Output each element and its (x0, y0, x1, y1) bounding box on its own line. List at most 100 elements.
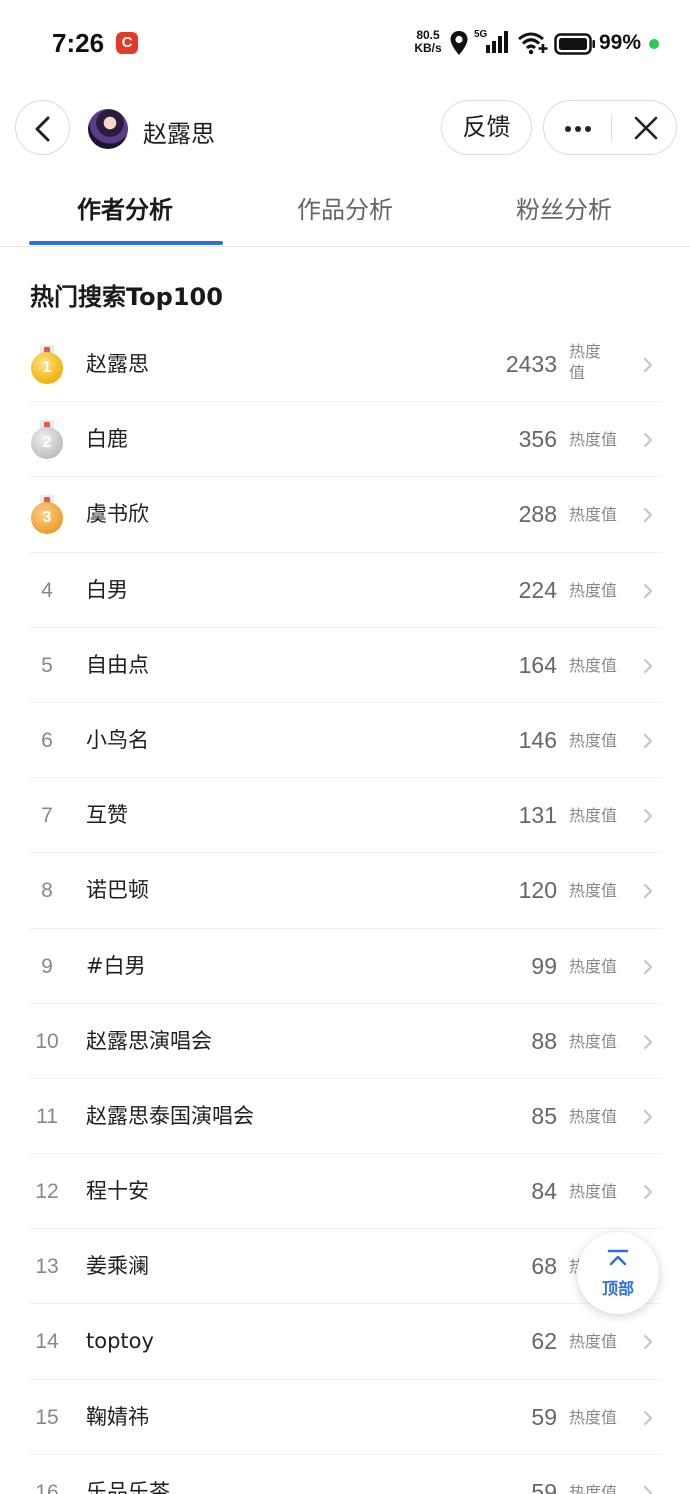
rank-number: 5 (41, 653, 53, 677)
heat-unit-label: 热度值 (569, 1182, 618, 1202)
search-term: 白男 (86, 577, 128, 602)
close-icon (634, 116, 658, 140)
list-item[interactable]: 5 自由点 164 热度值 (29, 628, 662, 703)
search-term: 互赞 (86, 803, 128, 828)
heat-unit-label: 热度值 (569, 806, 618, 826)
heat-unit-label: 热度值 (569, 580, 618, 600)
heat-score: 120 (518, 877, 557, 904)
heat-unit-label: 热度值 (569, 730, 618, 750)
rank-number: 4 (41, 578, 53, 602)
battery-percent: 99% (599, 31, 642, 54)
section-title: 热门搜索Top100 (30, 283, 223, 311)
more-options-button[interactable] (544, 101, 611, 154)
chevron-right-icon (644, 733, 652, 748)
rank-number: 10 (35, 1029, 59, 1053)
list-item[interactable]: 8 诺巴顿 120 热度值 (29, 853, 662, 929)
list-item[interactable]: 9 #白男 99 热度值 (29, 929, 662, 1004)
chevron-right-icon (644, 884, 652, 899)
list-item[interactable]: 4 白男 224 热度值 (29, 553, 662, 628)
list-item[interactable]: 14 toptoy 62 热度值 (29, 1304, 662, 1380)
heat-unit-label: 热度值 (569, 956, 618, 976)
chevron-right-icon (644, 959, 652, 974)
tab-works-analysis[interactable]: 作品分析 (297, 190, 393, 225)
wifi-icon (517, 31, 549, 59)
list-item[interactable]: 2 白鹿 356 热度值 (29, 402, 662, 478)
chevron-right-icon (644, 658, 652, 673)
back-to-top-button[interactable]: 顶部 (577, 1232, 659, 1314)
chevron-right-icon (644, 1485, 652, 1494)
heat-score: 88 (531, 1027, 557, 1054)
heat-unit-label: 热度值 (569, 430, 618, 450)
analysis-tabs: 作者分析 作品分析 粉丝分析 (0, 180, 690, 247)
search-term: toptoy (86, 1329, 154, 1354)
bronze-medal-icon: 3 (30, 495, 64, 535)
list-item[interactable]: 10 赵露思演唱会 88 热度值 (29, 1004, 662, 1079)
network-speed: 80.5 KB/s (412, 29, 444, 55)
rank-number: 13 (35, 1255, 59, 1279)
search-term: 程十安 (86, 1179, 149, 1204)
network-speed-unit: KB/s (414, 41, 442, 55)
heat-unit-label: 热度值 (569, 1482, 618, 1494)
chevron-right-icon (644, 508, 652, 523)
cellular-signal-icon: 5G (474, 27, 512, 59)
heat-score: 85 (531, 1102, 557, 1129)
mini-program-capsule (543, 100, 677, 155)
back-button[interactable] (15, 100, 70, 155)
heat-unit-label: 热度值 (569, 1407, 618, 1427)
status-bar: 7:26 C 80.5 KB/s 5G 99% (0, 0, 690, 88)
more-dot-icon (575, 126, 581, 132)
app-notification-icon: C (116, 32, 138, 54)
hot-search-list: 1 赵露思 2433 热度值 2 白鹿 356 热度值 3 虞书欣 288 热度值 4 白男 224 热度值 5… (29, 327, 662, 1494)
rank-number: 15 (35, 1405, 59, 1429)
heat-unit-label: 热度值 (569, 655, 618, 675)
list-item[interactable]: 7 互赞 131 热度值 (29, 778, 662, 854)
chevron-right-icon (644, 433, 652, 448)
list-item[interactable]: 12 程十安 84 热度值 (29, 1154, 662, 1230)
chevron-right-icon (644, 1109, 652, 1124)
heat-score: 59 (531, 1403, 557, 1430)
heat-score: 224 (518, 576, 557, 603)
location-icon (449, 30, 469, 60)
search-term: 白鹿 (86, 427, 128, 452)
chevron-right-icon (644, 1335, 652, 1350)
heat-score: 356 (518, 426, 557, 453)
list-item[interactable]: 11 赵露思泰国演唱会 85 热度值 (29, 1079, 662, 1155)
silver-medal-icon: 2 (30, 420, 64, 460)
rank-number: 14 (35, 1330, 59, 1354)
rank-number: 11 (36, 1104, 58, 1128)
tab-author-analysis[interactable]: 作者分析 (77, 190, 173, 225)
search-term: 赵露思泰国演唱会 (86, 1103, 254, 1128)
chevron-right-icon (644, 1410, 652, 1425)
rank-number: 6 (41, 728, 53, 752)
list-item[interactable]: 16 乐品乐茶 59 热度值 (29, 1455, 662, 1494)
heat-score: 146 (518, 726, 557, 753)
heat-unit-label: 热度值 (569, 1332, 618, 1352)
heat-unit-label: 热度值 (569, 505, 618, 525)
list-item[interactable]: 13姜乘澜68热度值 (29, 1229, 662, 1305)
avatar[interactable] (88, 109, 128, 149)
heat-score: 59 (531, 1478, 557, 1494)
chevron-right-icon (644, 1185, 652, 1200)
rank-number: 12 (35, 1180, 59, 1204)
heat-score: 288 (518, 501, 557, 528)
heat-unit-label: 热度值 (569, 881, 618, 901)
chevron-right-icon (644, 1034, 652, 1049)
feedback-button[interactable]: 反馈 (441, 100, 532, 155)
list-item[interactable]: 3 虞书欣 288 热度值 (29, 477, 662, 553)
list-item[interactable]: 15 鞠婧祎 59 热度值 (29, 1380, 662, 1455)
chevron-right-icon (644, 358, 652, 372)
rank-number: 2 (31, 427, 63, 460)
chevron-right-icon (644, 809, 652, 824)
list-item[interactable]: 1 赵露思 2433 热度值 (29, 327, 662, 403)
search-term: 虞书欣 (86, 502, 149, 527)
close-button[interactable] (612, 101, 678, 154)
heat-score: 131 (518, 802, 557, 829)
list-item[interactable]: 6 小鸟名 146 热度值 (29, 703, 662, 779)
rank-number: 16 (35, 1480, 59, 1494)
search-term: 赵露思 (86, 352, 149, 376)
chevron-right-icon (644, 583, 652, 598)
active-tab-indicator (29, 241, 223, 245)
heat-score: 62 (531, 1328, 557, 1355)
tab-fans-analysis[interactable]: 粉丝分析 (516, 190, 612, 225)
rank-number: 1 (31, 352, 63, 384)
